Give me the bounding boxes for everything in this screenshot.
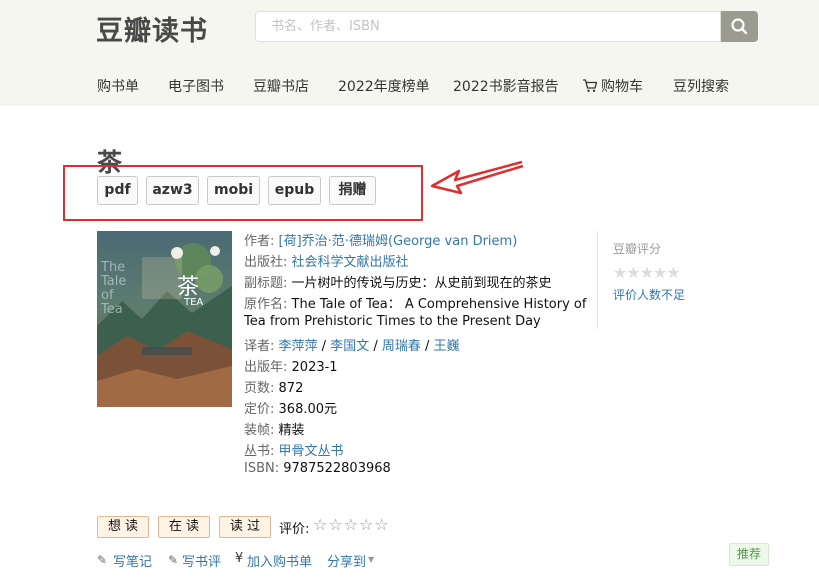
pencil-icon: ✎ [168, 553, 179, 567]
info-binding: 装帧: 精装 [244, 423, 305, 438]
main-nav: 购书单 电子图书 豆瓣书店 2022年度榜单 2022书影音报告 购物车 豆列搜… [0, 66, 819, 106]
cover-side-text: The Tale of Tea [101, 260, 127, 317]
reading-button[interactable]: 在 读 [158, 516, 210, 538]
nav-item-annual-list[interactable]: 2022年度榜单 [338, 76, 430, 96]
yen-icon: ¥ [235, 551, 244, 566]
want-to-read-button[interactable]: 想 读 [97, 516, 149, 538]
nav-item-bookstore[interactable]: 豆瓣书店 [253, 76, 309, 96]
write-review-link[interactable]: 写书评 [182, 551, 221, 570]
translator-link[interactable]: 周瑞春 [382, 339, 421, 354]
annotation-arrow-icon [430, 160, 524, 195]
rating-panel: 豆瓣评分 ★★★★★ 评价人数不足 [597, 231, 718, 329]
info-author: 作者: [荷]乔治·范·德瑞姆(George van Driem) [244, 234, 518, 249]
info-isbn: ISBN: 9787522803968 [244, 461, 391, 476]
info-subtitle: 副标题: 一片树叶的传说与历史：从史前到现在的茶史 [244, 276, 552, 291]
nav-item-annual-report[interactable]: 2022书影音报告 [453, 76, 559, 96]
search-icon [731, 18, 748, 35]
book-cover-image [97, 231, 232, 407]
search-button[interactable] [721, 11, 758, 42]
caret-down-icon: ▼ [368, 555, 375, 564]
pencil-icon: ✎ [97, 553, 108, 567]
have-read-button[interactable]: 读 过 [219, 516, 271, 538]
nav-item-doulist-search[interactable]: 豆列搜索 [673, 76, 729, 96]
publisher-link[interactable]: 社会科学文献出版社 [292, 255, 409, 270]
translator-link[interactable]: 王巍 [434, 339, 460, 354]
site-logo[interactable]: 豆瓣读书 [96, 9, 208, 48]
cover-title-en: TEA [184, 297, 204, 308]
rating-title: 豆瓣评分 [613, 242, 662, 256]
info-price: 定价: 368.00元 [244, 402, 338, 417]
rating-stars: ★★★★★ [613, 263, 681, 282]
rate-label: 评价: [279, 522, 310, 537]
info-pages: 页数: 872 [244, 381, 304, 396]
series-link[interactable]: 甲骨文丛书 [279, 444, 344, 459]
author-link[interactable]: [荷]乔治·范·德瑞姆(George van Driem) [279, 234, 518, 249]
rate-stars-input[interactable]: ☆☆☆☆☆ [313, 515, 390, 534]
translator-link[interactable]: 李国文 [330, 339, 369, 354]
nav-item-ebooks[interactable]: 电子图书 [168, 76, 224, 96]
rating-insufficient-link[interactable]: 评价人数不足 [613, 286, 685, 303]
cart-icon[interactable] [582, 78, 598, 97]
share-link[interactable]: 分享到 [327, 551, 366, 570]
annotation-box [63, 165, 423, 221]
nav-item-cart[interactable]: 购物车 [601, 76, 643, 96]
recommend-button[interactable]: 推荐 [729, 543, 770, 566]
info-pubyear: 出版年: 2023-1 [244, 360, 338, 375]
info-translators: 译者: 李萍萍 / 李国文 / 周瑞春 / 王巍 [244, 339, 460, 354]
info-original-title: 原作名: The Tale of Tea： A Comprehensive Hi… [244, 297, 587, 312]
info-series: 丛书: 甲骨文丛书 [244, 444, 344, 459]
translator-link[interactable]: 李萍萍 [279, 339, 318, 354]
top-bar: 豆瓣读书 书名、作者、ISBN [0, 0, 819, 67]
search-input[interactable]: 书名、作者、ISBN [255, 11, 721, 42]
nav-item-booklist[interactable]: 购书单 [97, 76, 139, 96]
info-publisher: 出版社: 社会科学文献出版社 [244, 255, 409, 270]
write-note-link[interactable]: 写笔记 [113, 551, 152, 570]
add-to-booklist-link[interactable]: 加入购书单 [247, 551, 312, 570]
info-original-title-cont: Tea from Prehistoric Times to the Presen… [244, 314, 541, 329]
book-cover[interactable]: 茶 TEA The Tale of Tea [97, 231, 232, 407]
